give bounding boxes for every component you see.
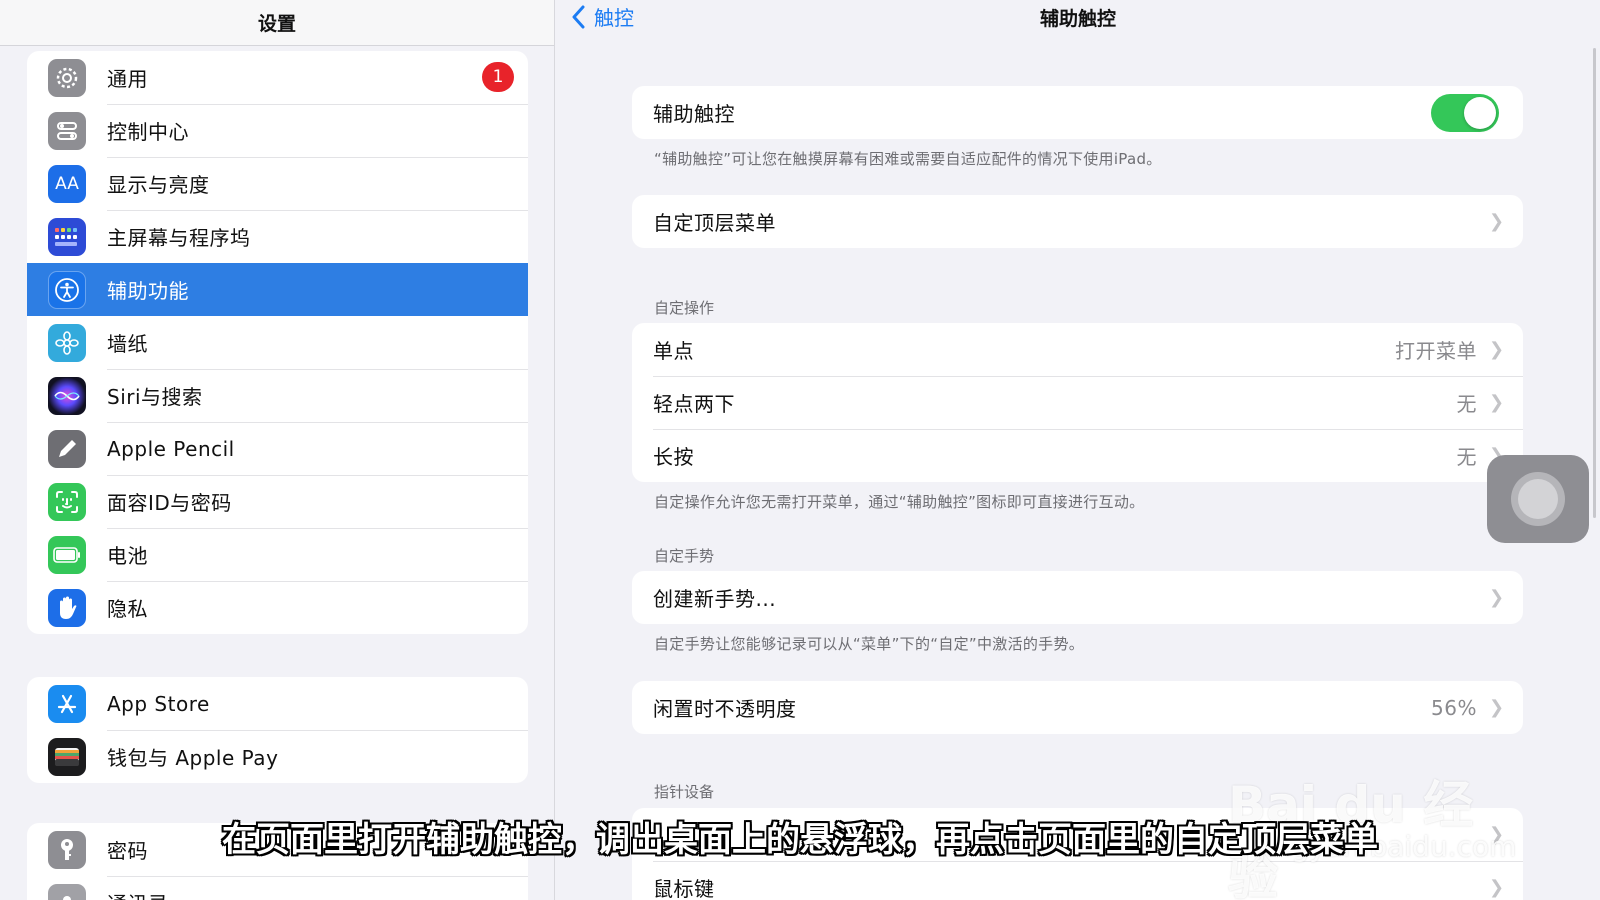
accessibility-icon (48, 270, 86, 309)
sidebar-item-label: 隐私 (107, 597, 148, 621)
sidebar-item-label: App Store (107, 691, 210, 716)
chevron-right-icon: ❯ (1489, 587, 1505, 608)
sidebar-item-label: 面容ID与密码 (107, 491, 232, 515)
sidebar-title: 设置 (257, 13, 296, 35)
chevron-right-icon: ❯ (1489, 211, 1505, 232)
row-label: 闲置时不透明度 (653, 697, 797, 721)
sidebar-item-home-screen[interactable]: 主屏幕与程序坞 (27, 210, 528, 263)
detail-header: 触控 辅助触控 (556, 0, 1600, 36)
settings-sidebar: 设置 通用 1 控制中心 AA 显示与亮度 主屏幕与程序坞 辅助功能 墙纸 Si… (0, 0, 555, 900)
gear-icon (48, 58, 86, 97)
floating-button-inner-dot (1518, 479, 1558, 519)
idle-opacity-card: 闲置时不透明度 56% ❯ (632, 681, 1523, 734)
idle-opacity-row[interactable]: 闲置时不透明度 56% ❯ (632, 681, 1523, 734)
row-label: 自定顶层菜单 (653, 211, 776, 235)
wallpaper-icon (48, 323, 86, 362)
sidebar-item-face-id[interactable]: 面容ID与密码 (27, 475, 528, 528)
row-label: 单点 (653, 339, 694, 363)
contacts-icon (48, 883, 86, 900)
assistive-touch-note: “辅助触控”可让您在触摸屏幕有困难或需要自适应配件的情况下使用iPad。 (654, 150, 1162, 168)
sidebar-item-label: 通用 (107, 67, 148, 91)
pencil-icon (48, 429, 86, 468)
sidebar-item-siri[interactable]: Siri与搜索 (27, 369, 528, 422)
row-value: 无 (1456, 445, 1477, 469)
sidebar-item-privacy[interactable]: 隐私 (27, 581, 528, 634)
sidebar-item-accessibility[interactable]: 辅助功能 (27, 263, 528, 316)
sidebar-item-label: Apple Pencil (107, 436, 235, 461)
sidebar-header: 设置 (0, 0, 554, 46)
toggle-knob (1464, 96, 1496, 129)
app-store-icon (48, 684, 86, 723)
custom-gestures-card: 创建新手势... ❯ (632, 571, 1523, 624)
action-row-double-tap[interactable]: 轻点两下 无 ❯ (632, 376, 1523, 429)
sidebar-item-general[interactable]: 通用 1 (27, 51, 528, 104)
sidebar-item-battery[interactable]: 电池 (27, 528, 528, 581)
action-row-long-press[interactable]: 长按 无 ❯ (632, 429, 1523, 482)
customize-top-menu-row[interactable]: 自定顶层菜单 ❯ (632, 195, 1523, 248)
assistive-touch-row: 辅助触控 (632, 86, 1523, 139)
row-value: 无 (1456, 392, 1477, 416)
chevron-right-icon: ❯ (1489, 697, 1505, 718)
row-label: 鼠标键 (653, 877, 715, 900)
row-value: 打开菜单 (1395, 339, 1477, 363)
sidebar-item-control-center[interactable]: 控制中心 (27, 104, 528, 157)
face-id-icon (48, 482, 86, 521)
sidebar-item-wallpaper[interactable]: 墙纸 (27, 316, 528, 369)
section-header-pointer-devices: 指针设备 (654, 783, 715, 801)
sidebar-item-label: 电池 (107, 544, 148, 568)
sidebar-group-1: 通用 1 控制中心 AA 显示与亮度 主屏幕与程序坞 辅助功能 墙纸 Siri与… (27, 51, 528, 634)
floating-button-outer-ring (1511, 472, 1565, 526)
sidebar-item-display[interactable]: AA 显示与亮度 (27, 157, 528, 210)
display-aa-icon: AA (48, 164, 86, 203)
sidebar-item-label: 通讯录 (107, 888, 169, 900)
custom-gestures-note: 自定手势让您能够记录可以从“菜单”下的“自定”中激活的手势。 (654, 635, 1085, 653)
sidebar-item-label: 辅助功能 (107, 279, 189, 303)
sidebar-item-label: Siri与搜索 (107, 385, 203, 409)
page-title: 辅助触控 (1039, 8, 1116, 30)
notification-badge: 1 (482, 62, 514, 92)
create-new-gesture-row[interactable]: 创建新手势... ❯ (632, 571, 1523, 624)
scrollbar[interactable] (1593, 48, 1596, 518)
section-header-custom-actions: 自定操作 (654, 299, 715, 317)
wallet-icon (48, 737, 86, 776)
control-center-icon (48, 111, 86, 150)
sidebar-item-label: 显示与亮度 (107, 173, 210, 197)
assistive-touch-toggle[interactable] (1431, 93, 1499, 132)
sidebar-item-wallet[interactable]: 钱包与 Apple Pay (27, 730, 528, 783)
row-label: 长按 (653, 445, 694, 469)
custom-actions-card: 单点 打开菜单 ❯ 轻点两下 无 ❯ 长按 无 ❯ (632, 323, 1523, 482)
video-caption: 在页面里打开辅助触控，调出桌面上的悬浮球，再点击页面里的自定顶层菜单 (222, 820, 1378, 860)
chevron-right-icon: ❯ (1489, 339, 1505, 360)
section-header-custom-gestures: 自定手势 (654, 547, 715, 565)
assistive-touch-card: 辅助触控 (632, 86, 1523, 139)
siri-icon (48, 376, 86, 415)
sidebar-item-apple-pencil[interactable]: Apple Pencil (27, 422, 528, 475)
sidebar-item-contacts[interactable]: 通讯录 (27, 876, 528, 900)
sidebar-item-label: 钱包与 Apple Pay (107, 746, 279, 770)
hand-icon (48, 588, 86, 627)
home-screen-icon (48, 217, 86, 256)
row-label: 创建新手势... (653, 587, 777, 611)
row-label: 辅助触控 (653, 102, 735, 126)
sidebar-item-label: 控制中心 (107, 120, 189, 144)
chevron-right-icon: ❯ (1489, 392, 1505, 413)
sidebar-item-app-store[interactable]: App Store (27, 677, 528, 730)
top-menu-card: 自定顶层菜单 ❯ (632, 195, 1523, 248)
action-row-single-tap[interactable]: 单点 打开菜单 ❯ (632, 323, 1523, 376)
custom-actions-note: 自定操作允许您无需打开菜单，通过“辅助触控”图标即可直接进行互动。 (654, 493, 1145, 511)
row-label: 轻点两下 (653, 392, 735, 416)
sidebar-group-2: App Store 钱包与 Apple Pay (27, 677, 528, 783)
sidebar-item-label: 墙纸 (107, 332, 148, 356)
battery-icon (48, 535, 86, 574)
row-value: 56% (1431, 695, 1477, 720)
sidebar-item-label: 主屏幕与程序坞 (107, 226, 251, 250)
assistive-touch-floating-button[interactable] (1487, 455, 1589, 543)
